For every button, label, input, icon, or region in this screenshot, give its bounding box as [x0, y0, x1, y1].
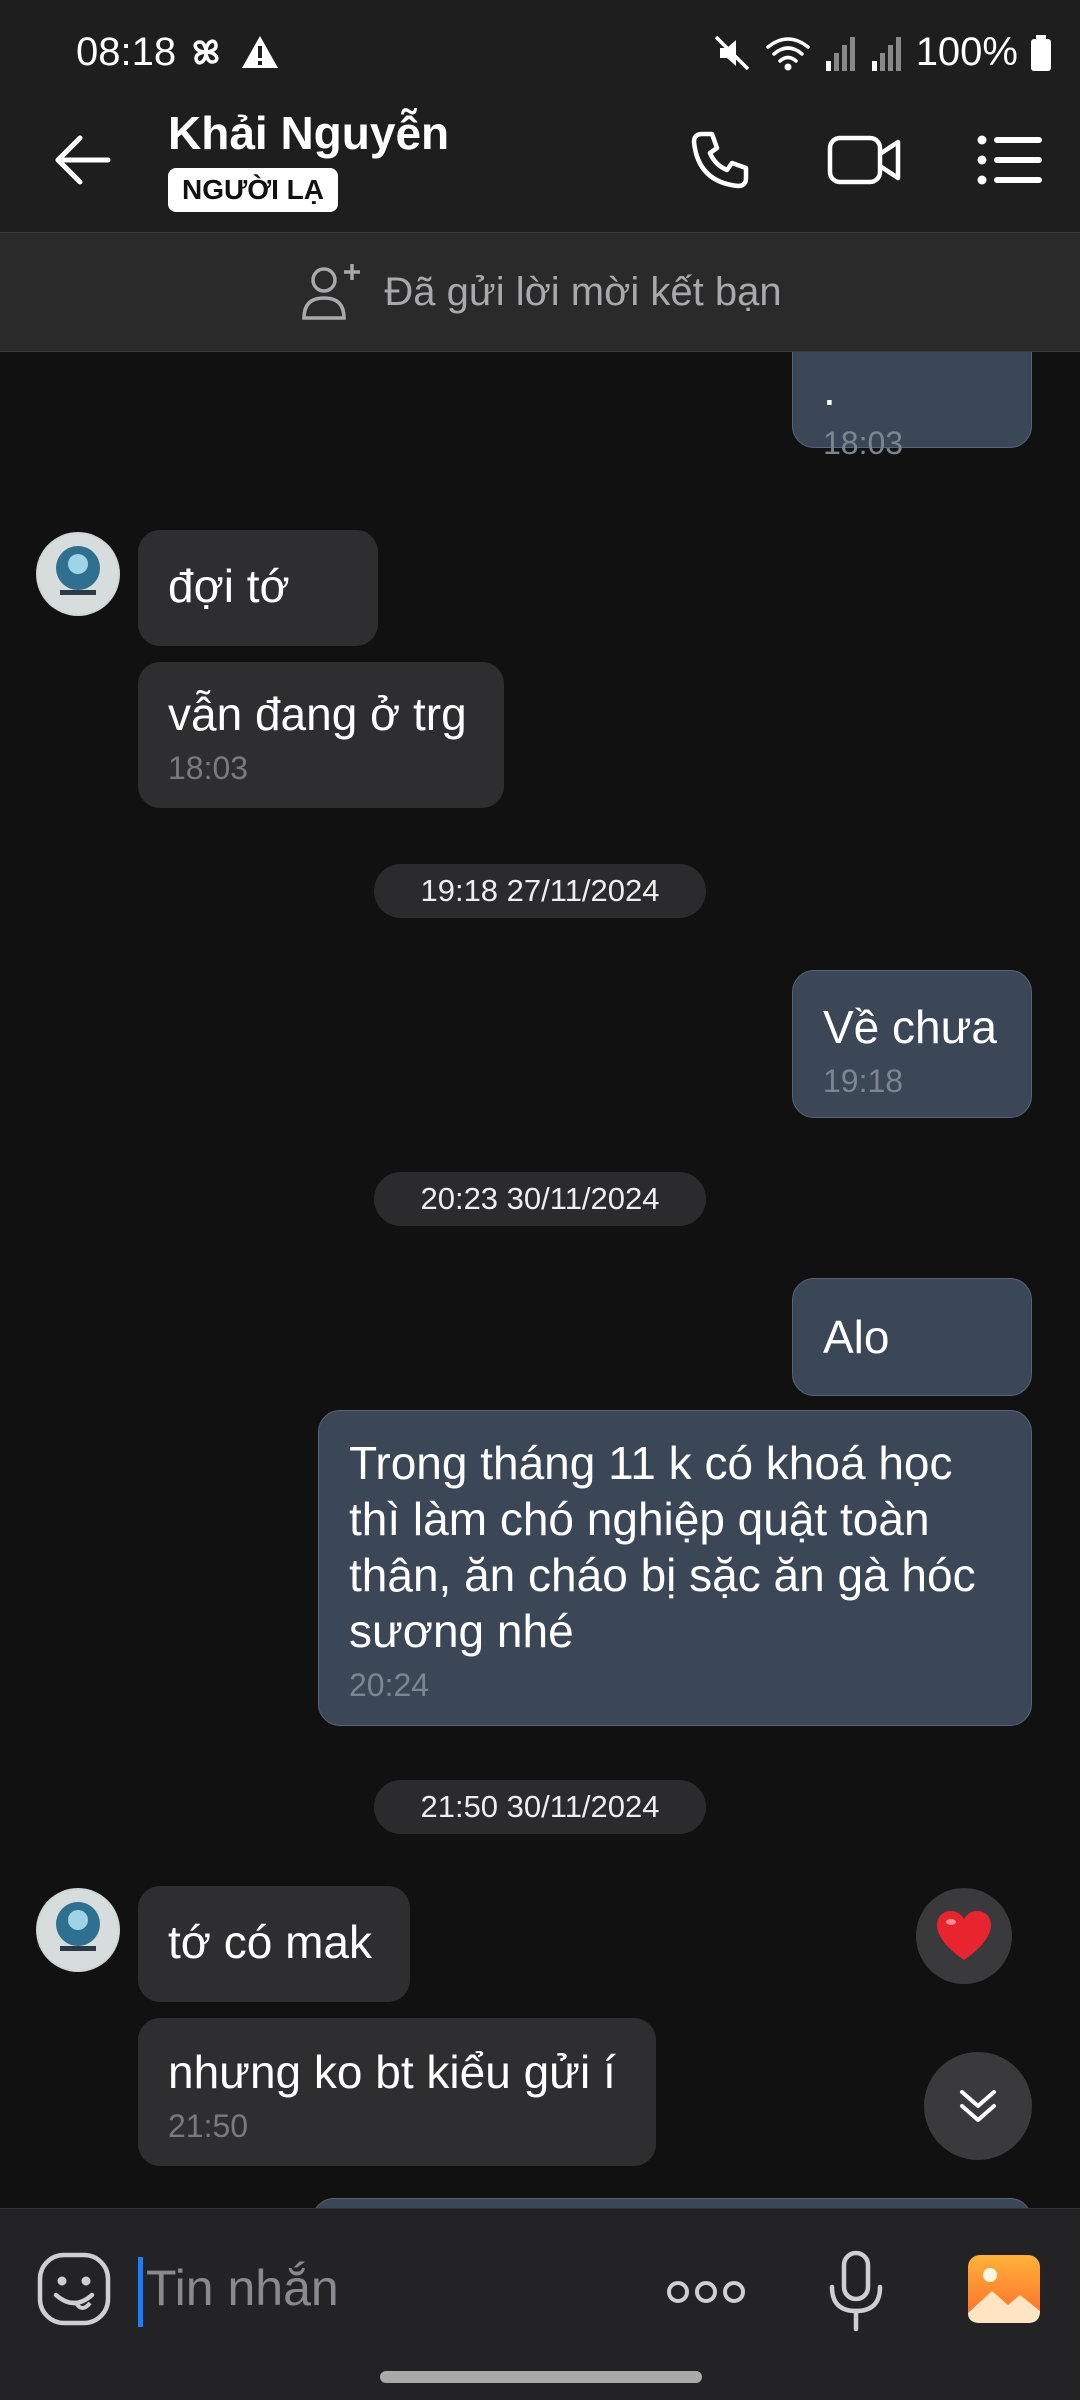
message-bubble-outgoing[interactable]: Trong tháng 11 k có khoá học thì làm chó… — [318, 1410, 1032, 1726]
heart-icon — [937, 1911, 991, 1960]
signal-icon — [825, 36, 855, 71]
more-options-icon[interactable] — [664, 2267, 748, 2317]
sticker-emoji-icon[interactable] — [36, 2251, 112, 2327]
text-cursor — [138, 2257, 143, 2327]
pinwheel-icon — [193, 39, 219, 65]
message-text: đợi tớ — [168, 560, 290, 612]
message-text: tớ có mak — [168, 1916, 372, 1968]
message-text: . — [823, 363, 836, 415]
message-input[interactable]: Tin nhắn — [146, 2259, 339, 2317]
message-text: Alo — [823, 1311, 890, 1363]
contact-avatar[interactable] — [36, 532, 120, 616]
message-list[interactable]: . 18:03 đợi tớ vẫn đang ở trg 18:03 19:1… — [0, 352, 1080, 2208]
battery-percent: 100% — [915, 30, 1018, 74]
avatar-image — [38, 1890, 118, 1970]
message-bubble-incoming[interactable]: vẫn đang ở trg 18:03 — [138, 662, 504, 808]
back-arrow-icon[interactable] — [50, 128, 114, 192]
message-bubble-outgoing[interactable]: Về chưa 19:18 — [792, 970, 1032, 1118]
message-time: 18:03 — [168, 750, 249, 786]
message-bubble-outgoing[interactable]: . 18:03 — [792, 352, 1032, 461]
friend-request-text: Đã gửi lời mời kết bạn — [384, 269, 782, 314]
message-bubble-incoming[interactable]: nhưng ko bt kiểu gửi í 21:50 — [138, 2018, 656, 2166]
date-separator: 20:23 30/11/2024 — [374, 1172, 706, 1226]
contact-name[interactable]: Khải Nguyễn — [168, 106, 449, 160]
video-call-icon[interactable] — [826, 124, 902, 196]
avatar-image — [38, 534, 118, 614]
message-text: vẫn đang ở trg — [168, 688, 467, 740]
message-bubble-incoming[interactable]: tớ có mak — [138, 1886, 410, 2002]
message-time: 19:18 — [823, 1063, 904, 1099]
home-indicator[interactable] — [380, 2371, 702, 2383]
battery-icon — [1031, 34, 1051, 71]
message-bubble-incoming[interactable]: đợi tớ — [138, 530, 378, 646]
message-bubble-outgoing[interactable] — [312, 2198, 1032, 2208]
message-time: 21:50 — [168, 2108, 249, 2144]
message-bubble-outgoing[interactable]: Alo — [792, 1278, 1032, 1396]
signal-icon-2 — [871, 36, 901, 71]
warning-icon — [242, 36, 278, 68]
contact-avatar[interactable] — [36, 1888, 120, 1972]
gallery-image-icon[interactable] — [966, 2253, 1042, 2325]
scroll-to-bottom-button[interactable] — [924, 2052, 1032, 2160]
message-text: nhưng ko bt kiểu gửi í — [168, 2046, 616, 2098]
mute-icon — [714, 35, 749, 70]
date-separator: 19:18 27/11/2024 — [374, 864, 706, 918]
phone-call-icon[interactable] — [684, 124, 756, 196]
message-time: 20:24 — [349, 1667, 430, 1703]
chat-header: Khải Nguyễn NGƯỜI LẠ — [0, 88, 1080, 232]
message-time: 18:03 — [823, 425, 904, 461]
message-text: Về chưa — [823, 1001, 998, 1053]
double-chevron-down-icon — [960, 2090, 996, 2122]
microphone-icon[interactable] — [826, 2249, 886, 2333]
reaction-button[interactable] — [916, 1888, 1012, 1984]
wifi-icon — [765, 36, 810, 70]
status-time: 08:18 — [76, 30, 177, 74]
friend-request-bar: Đã gửi lời mời kết bạn — [0, 232, 1080, 352]
message-text: Trong tháng 11 k có khoá học thì làm chó… — [349, 1437, 976, 1657]
date-separator: 21:50 30/11/2024 — [374, 1780, 706, 1834]
stranger-badge: NGƯỜI LẠ — [168, 168, 338, 212]
status-bar: 08:18 100% — [0, 0, 1080, 88]
menu-list-icon[interactable] — [976, 124, 1044, 196]
add-friend-icon — [302, 264, 361, 320]
